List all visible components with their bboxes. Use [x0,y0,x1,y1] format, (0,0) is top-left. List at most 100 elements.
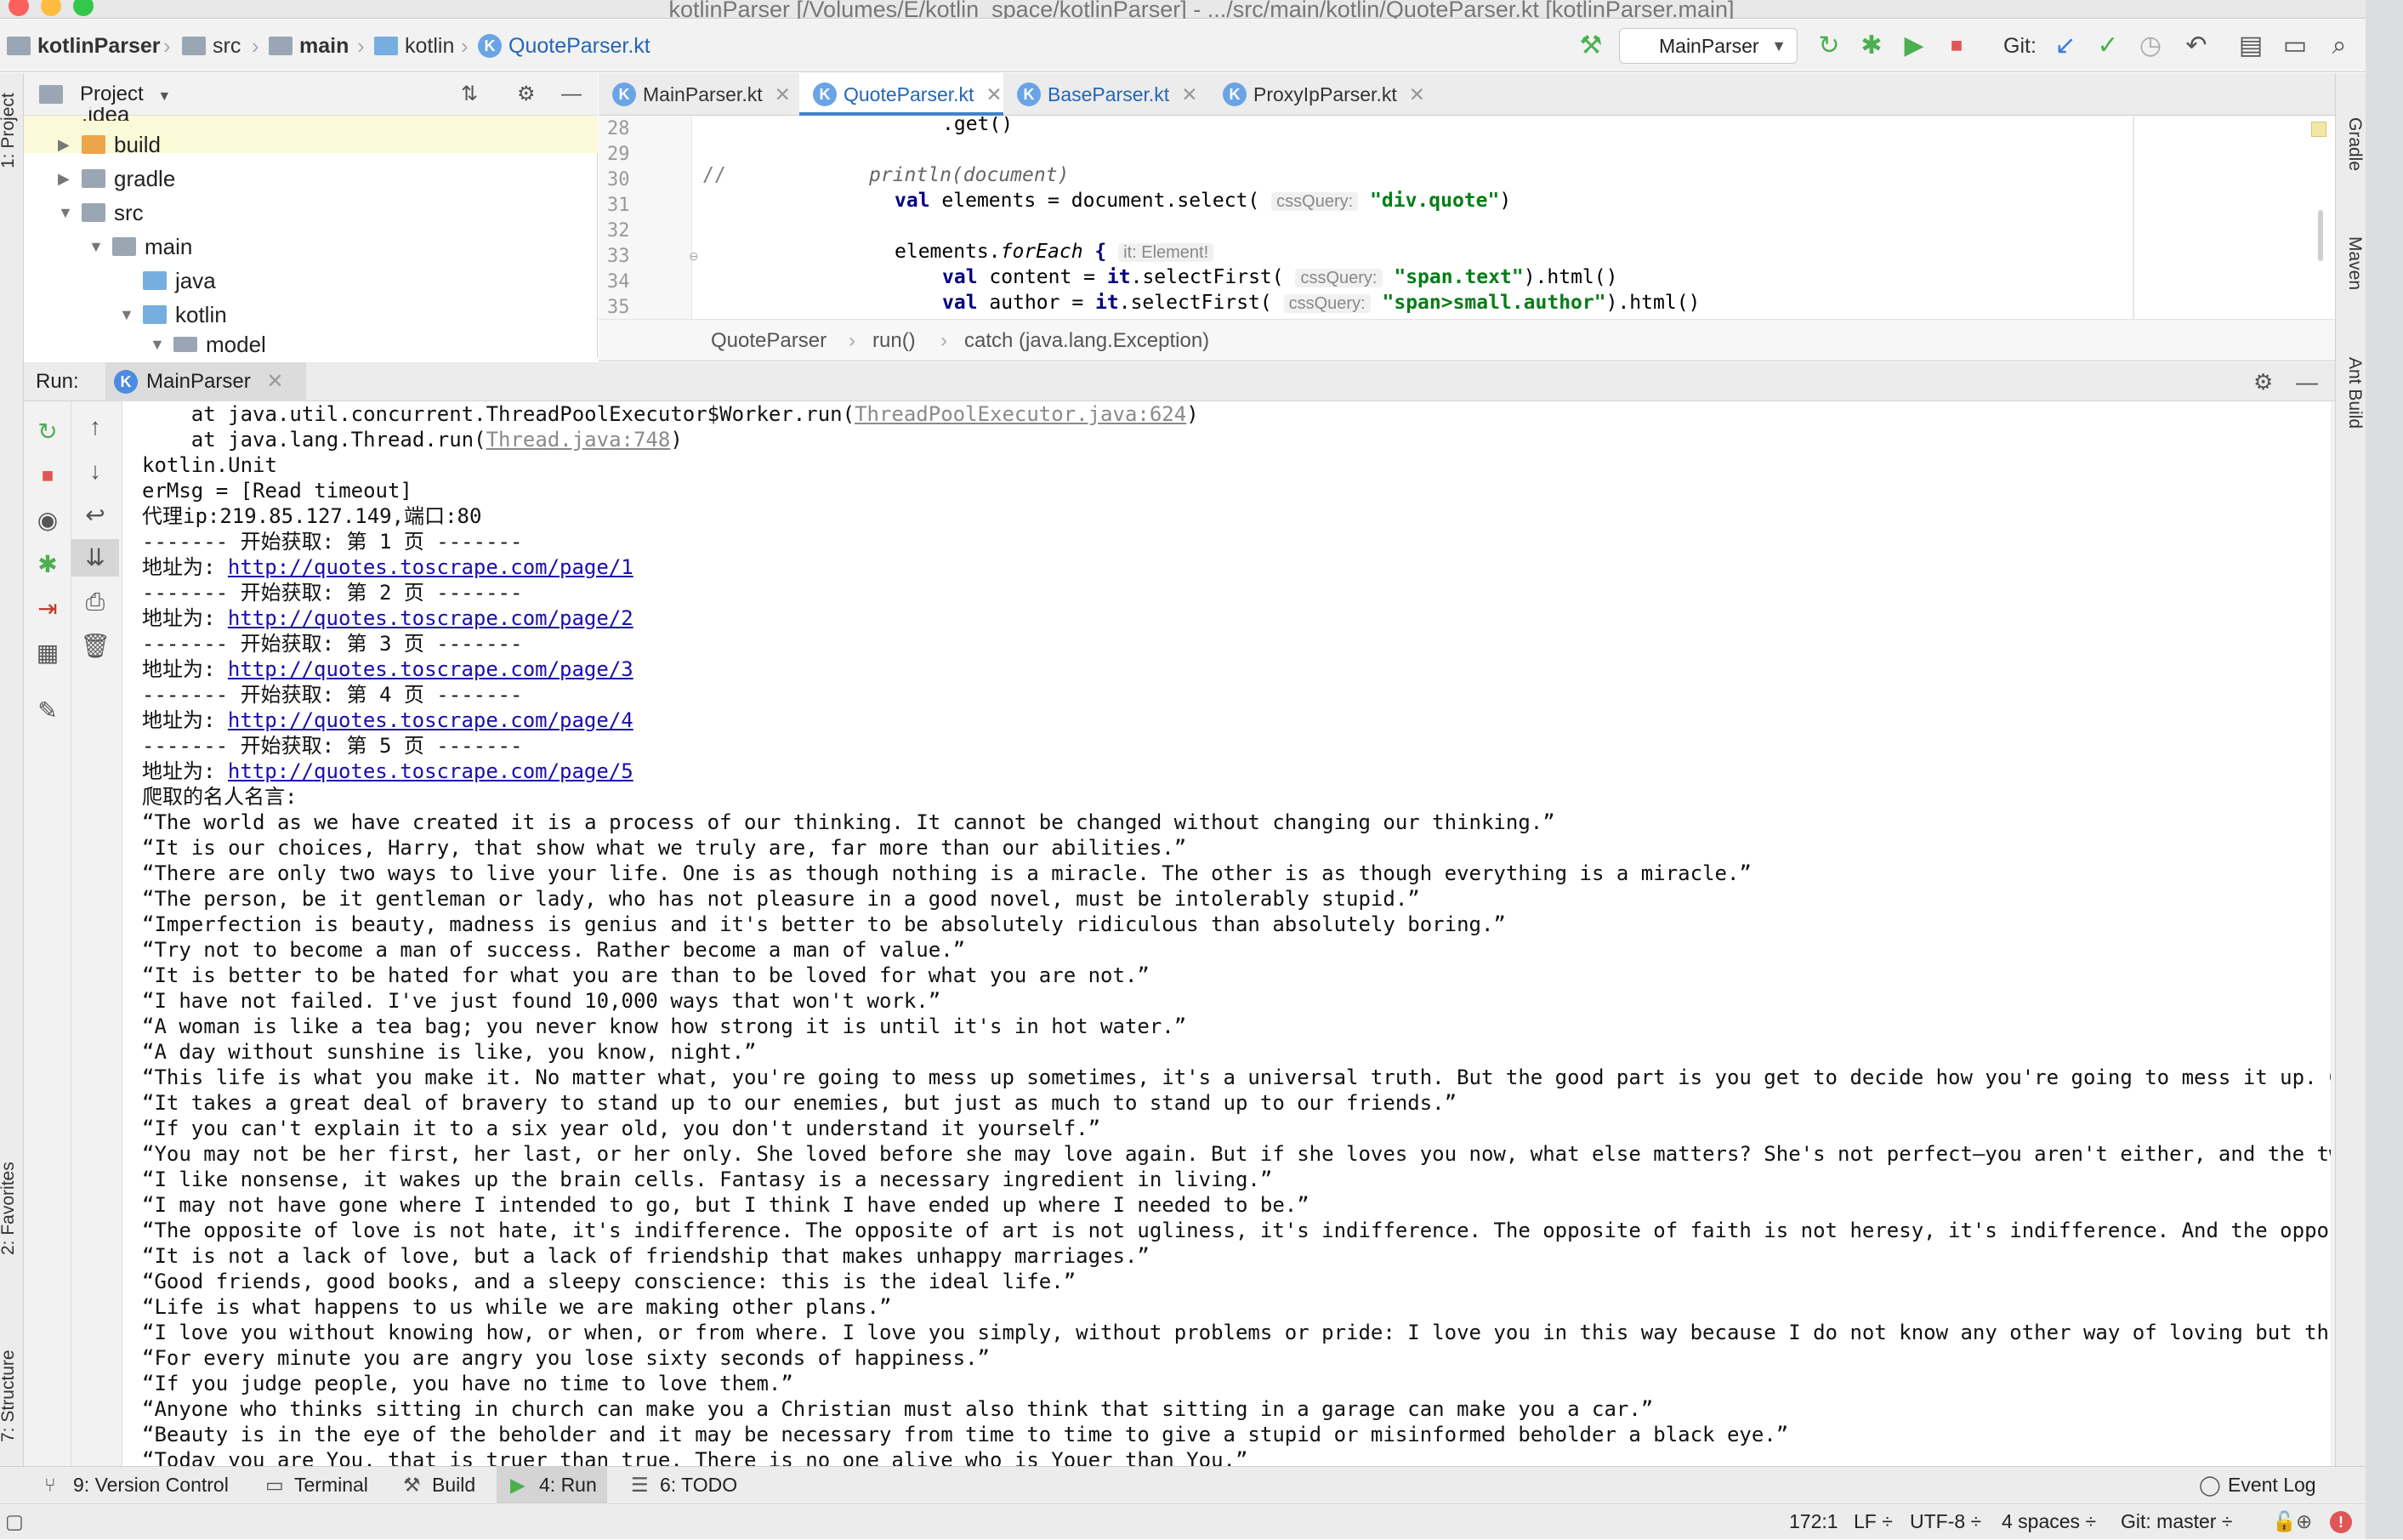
tab-quoteparser[interactable]: K QuoteParser.kt ✕ [799,73,1003,116]
tree-item-kotlin[interactable]: ▼ kotlin [119,298,227,332]
git-commit-icon[interactable]: ✓ [2093,31,2122,60]
project-structure-icon[interactable]: ▤ [2236,31,2265,60]
breadcrumb-item[interactable]: run() [872,320,916,362]
breadcrumb-item[interactable]: QuoteParser [711,320,827,362]
camera-icon[interactable]: ◉ [24,502,71,539]
console-link[interactable]: ThreadPoolExecutor.java:624 [855,402,1186,426]
inspection-status-icon[interactable] [2311,122,2326,137]
presentation-icon[interactable]: ▭ [2281,31,2309,60]
tree-item-build[interactable]: ▶ build [58,128,161,162]
nav-crumb-file[interactable]: K QuoteParser.kt [478,20,650,72]
gear-icon[interactable]: ⚙ [517,73,536,116]
close-icon[interactable]: ✕ [266,370,283,393]
stop-icon[interactable]: ■ [24,457,71,495]
maven-tool-tab[interactable]: Maven [2344,236,2365,290]
close-icon[interactable]: ✕ [1409,83,1425,105]
layout-icon[interactable]: ▦ [24,634,71,672]
nav-crumb-main[interactable]: main [269,20,349,72]
tab-mainparser[interactable]: K MainParser.kt ✕ [599,73,799,116]
console-link[interactable]: http://quotes.toscrape.com/page/1 [228,555,633,579]
run-tab-mainparser[interactable]: K MainParser ✕ [105,362,306,401]
console-link[interactable]: http://quotes.toscrape.com/page/4 [228,708,633,732]
git-branch[interactable]: Git: master ÷ [2121,1503,2232,1540]
structure-tool-tab[interactable]: 7: Structure [0,1350,19,1442]
tab-todo[interactable]: ☰ 6: TODO [631,1467,737,1503]
tab-build[interactable]: ⚒ Build [403,1467,475,1503]
toggle-tool-windows-icon[interactable]: ▢ [5,1503,24,1540]
git-update-icon[interactable]: ↙ [2051,31,2080,60]
collapse-all-icon[interactable]: ⇅ [461,73,478,116]
inspector-icon[interactable]: ⊕ [2296,1503,2312,1540]
tree-item-idea[interactable]: .idea [58,107,129,121]
source-folder-icon [374,37,398,55]
code-editor[interactable]: 28 29 30 31 32 33 34 35 ⊖ .get() // prin… [599,116,2335,319]
tab-version-control[interactable]: ⑂ 9: Version Control [44,1467,229,1503]
git-rollback-icon[interactable]: ↶ [2182,31,2211,60]
console-scrollbar[interactable] [2331,401,2335,1466]
breadcrumb-item[interactable]: catch (java.lang.Exception) [964,320,1209,362]
rerun-icon[interactable]: ↻ [1815,31,1843,60]
close-icon[interactable]: ✕ [1181,83,1197,105]
tab-proxyipparser[interactable]: K ProxyIpParser.kt ✕ [1209,73,1432,116]
nav-crumb-src[interactable]: src [182,20,241,72]
tree-item-java[interactable]: java [143,264,216,298]
close-icon[interactable]: ✕ [775,83,791,105]
hide-panel-icon[interactable]: — [561,73,582,116]
coverage-icon[interactable]: ▶ [1900,31,1929,60]
console-link[interactable]: Thread.java:748 [486,428,671,452]
run-config-select[interactable]: MainParser ▼ [1619,28,1798,64]
tree-item-src[interactable]: ▼ src [58,196,144,230]
rerun-icon[interactable]: ↻ [24,413,71,451]
soft-wrap-icon[interactable]: ↩ [71,497,119,534]
build-hammer-icon[interactable]: ⚒ [1576,31,1605,60]
lock-icon[interactable]: 🔓 [2272,1503,2297,1540]
file-encoding[interactable]: UTF-8 ÷ [1910,1503,1981,1540]
nav-project[interactable]: kotlinParser [7,20,161,72]
trash-icon[interactable]: 🗑 [71,628,119,665]
arrow-up-icon[interactable]: ↑ [71,408,119,446]
debug-bug-icon[interactable]: ✱ [1857,31,1886,60]
tree-item-label: model [206,332,266,357]
console-output[interactable]: at java.util.concurrent.ThreadPoolExecut… [123,401,2331,1466]
gear-icon[interactable]: ⚙ [2253,362,2273,401]
tree-item-gradle[interactable]: ▶ gradle [58,162,175,196]
tree-item-model[interactable]: ▼ model [150,332,266,357]
search-icon[interactable]: ⌕ [2325,31,2354,60]
tree-item-main[interactable]: ▼ main [88,230,192,264]
console-line: “I love you without knowing how, or when… [142,1321,2331,1344]
tab-label: 9: Version Control [73,1474,229,1496]
favorites-tool-tab[interactable]: 2: Favorites [0,1162,19,1255]
tree-item-label: main [145,234,193,259]
project-tool-tab[interactable]: 1: Project [0,93,19,168]
folder-icon [182,37,206,55]
stop-icon[interactable]: ■ [1942,31,1971,60]
pin-icon[interactable]: ✎ [24,692,71,730]
indent-setting[interactable]: 4 spaces ÷ [2002,1503,2096,1540]
project-view-select[interactable]: Project [80,82,144,105]
line-number: 33 [607,246,630,267]
ant-build-tool-tab[interactable]: Ant Build [2344,357,2365,429]
console-link[interactable]: http://quotes.toscrape.com/page/3 [228,657,633,681]
run-config-icon: K [114,370,138,394]
console-link[interactable]: http://quotes.toscrape.com/page/5 [228,759,633,783]
fold-marker-icon[interactable]: ⊖ [689,249,699,264]
editor-scrollbar[interactable] [2318,210,2323,261]
close-icon[interactable]: ✕ [986,83,1002,105]
hide-panel-icon[interactable]: — [2296,362,2318,401]
debug-bug-icon[interactable]: ✱ [24,546,71,583]
nav-crumb-kotlin[interactable]: kotlin [374,20,454,72]
git-history-icon[interactable]: ◷ [2136,31,2165,60]
exit-icon[interactable]: ⇥ [24,590,71,628]
caret-position[interactable]: 172:1 [1789,1503,1838,1540]
console-link[interactable]: http://quotes.toscrape.com/page/2 [228,606,633,630]
tab-baseparser[interactable]: K BaseParser.kt ✕ [1003,73,1209,116]
tab-terminal[interactable]: ▭ Terminal [265,1467,368,1503]
scroll-to-end-icon[interactable]: ⇊ [71,539,119,577]
line-separator[interactable]: LF ÷ [1854,1503,1893,1540]
tab-event-log[interactable]: ◯ Event Log [2199,1467,2316,1503]
arrow-down-icon[interactable]: ↓ [71,452,119,490]
error-notification-icon[interactable]: ! [2330,1511,2352,1533]
tab-run[interactable]: ▶ 4: Run [497,1467,607,1503]
gradle-tool-tab[interactable]: Gradle [2344,117,2365,171]
print-icon[interactable]: ⎙ [71,583,119,621]
